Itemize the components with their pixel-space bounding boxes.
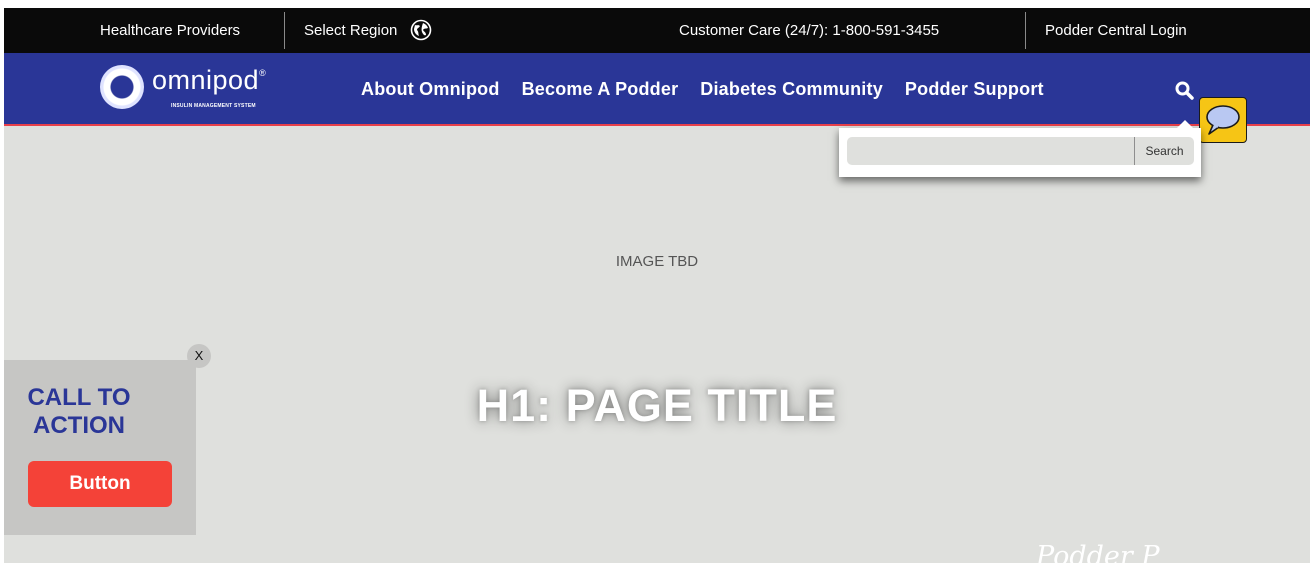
close-icon[interactable]: X [187,344,211,368]
globe-icon [410,19,431,40]
cta-heading-line2: ACTION [33,412,125,439]
select-region-label: Select Region [304,22,398,39]
utility-separator [1025,12,1026,49]
dropdown-caret [1176,120,1194,129]
cta-heading-line1: CALL TO [27,384,131,411]
nav-item-podder-support[interactable]: Podder Support [905,79,1044,100]
nav-item-diabetes-community[interactable]: Diabetes Community [700,79,883,100]
utility-bar: Healthcare Providers Select Region Custo… [4,8,1310,53]
nav-item-become-a-podder[interactable]: Become A Podder [522,79,679,100]
footer-script-brand: Podder P [1036,541,1160,563]
cta-heading: CALL TO ACTION [4,384,154,440]
logo-ring-icon [100,65,144,109]
customer-care-phone[interactable]: 1-800-591-3455 [832,22,939,39]
nav-links: About Omnipod Become A Podder Diabetes C… [361,53,1066,126]
select-region-link[interactable]: Select Region [304,8,432,53]
cta-panel: CALL TO ACTION Button [4,360,196,535]
utility-separator [284,12,285,49]
page-frame: Healthcare Providers Select Region Custo… [4,8,1310,563]
main-nav: omnipod® INSULIN MANAGEMENT SYSTEM About… [4,53,1310,126]
chat-button[interactable] [1199,97,1247,143]
podder-central-login-link[interactable]: Podder Central Login [1045,8,1187,53]
page-title: H1: PAGE TITLE [476,380,838,431]
cta-button[interactable]: Button [28,461,172,507]
search-dropdown: Search [839,120,1201,177]
search-button[interactable]: Search [1134,137,1194,165]
customer-care-label: Customer Care (24/7): [679,22,829,39]
customer-care-text: Customer Care (24/7): 1-800-591-3455 [679,8,939,53]
image-placeholder-text: IMAGE TBD [615,253,699,270]
logo-tagline: INSULIN MANAGEMENT SYSTEM [171,103,256,109]
search-icon[interactable] [1174,80,1196,102]
chat-bubble-icon [1206,105,1240,135]
healthcare-providers-link[interactable]: Healthcare Providers [100,8,240,53]
logo-wordmark: omnipod® [152,65,267,95]
omnipod-logo[interactable]: omnipod® INSULIN MANAGEMENT SYSTEM [100,65,270,115]
search-input[interactable] [847,137,1134,165]
nav-item-about-omnipod[interactable]: About Omnipod [361,79,500,100]
